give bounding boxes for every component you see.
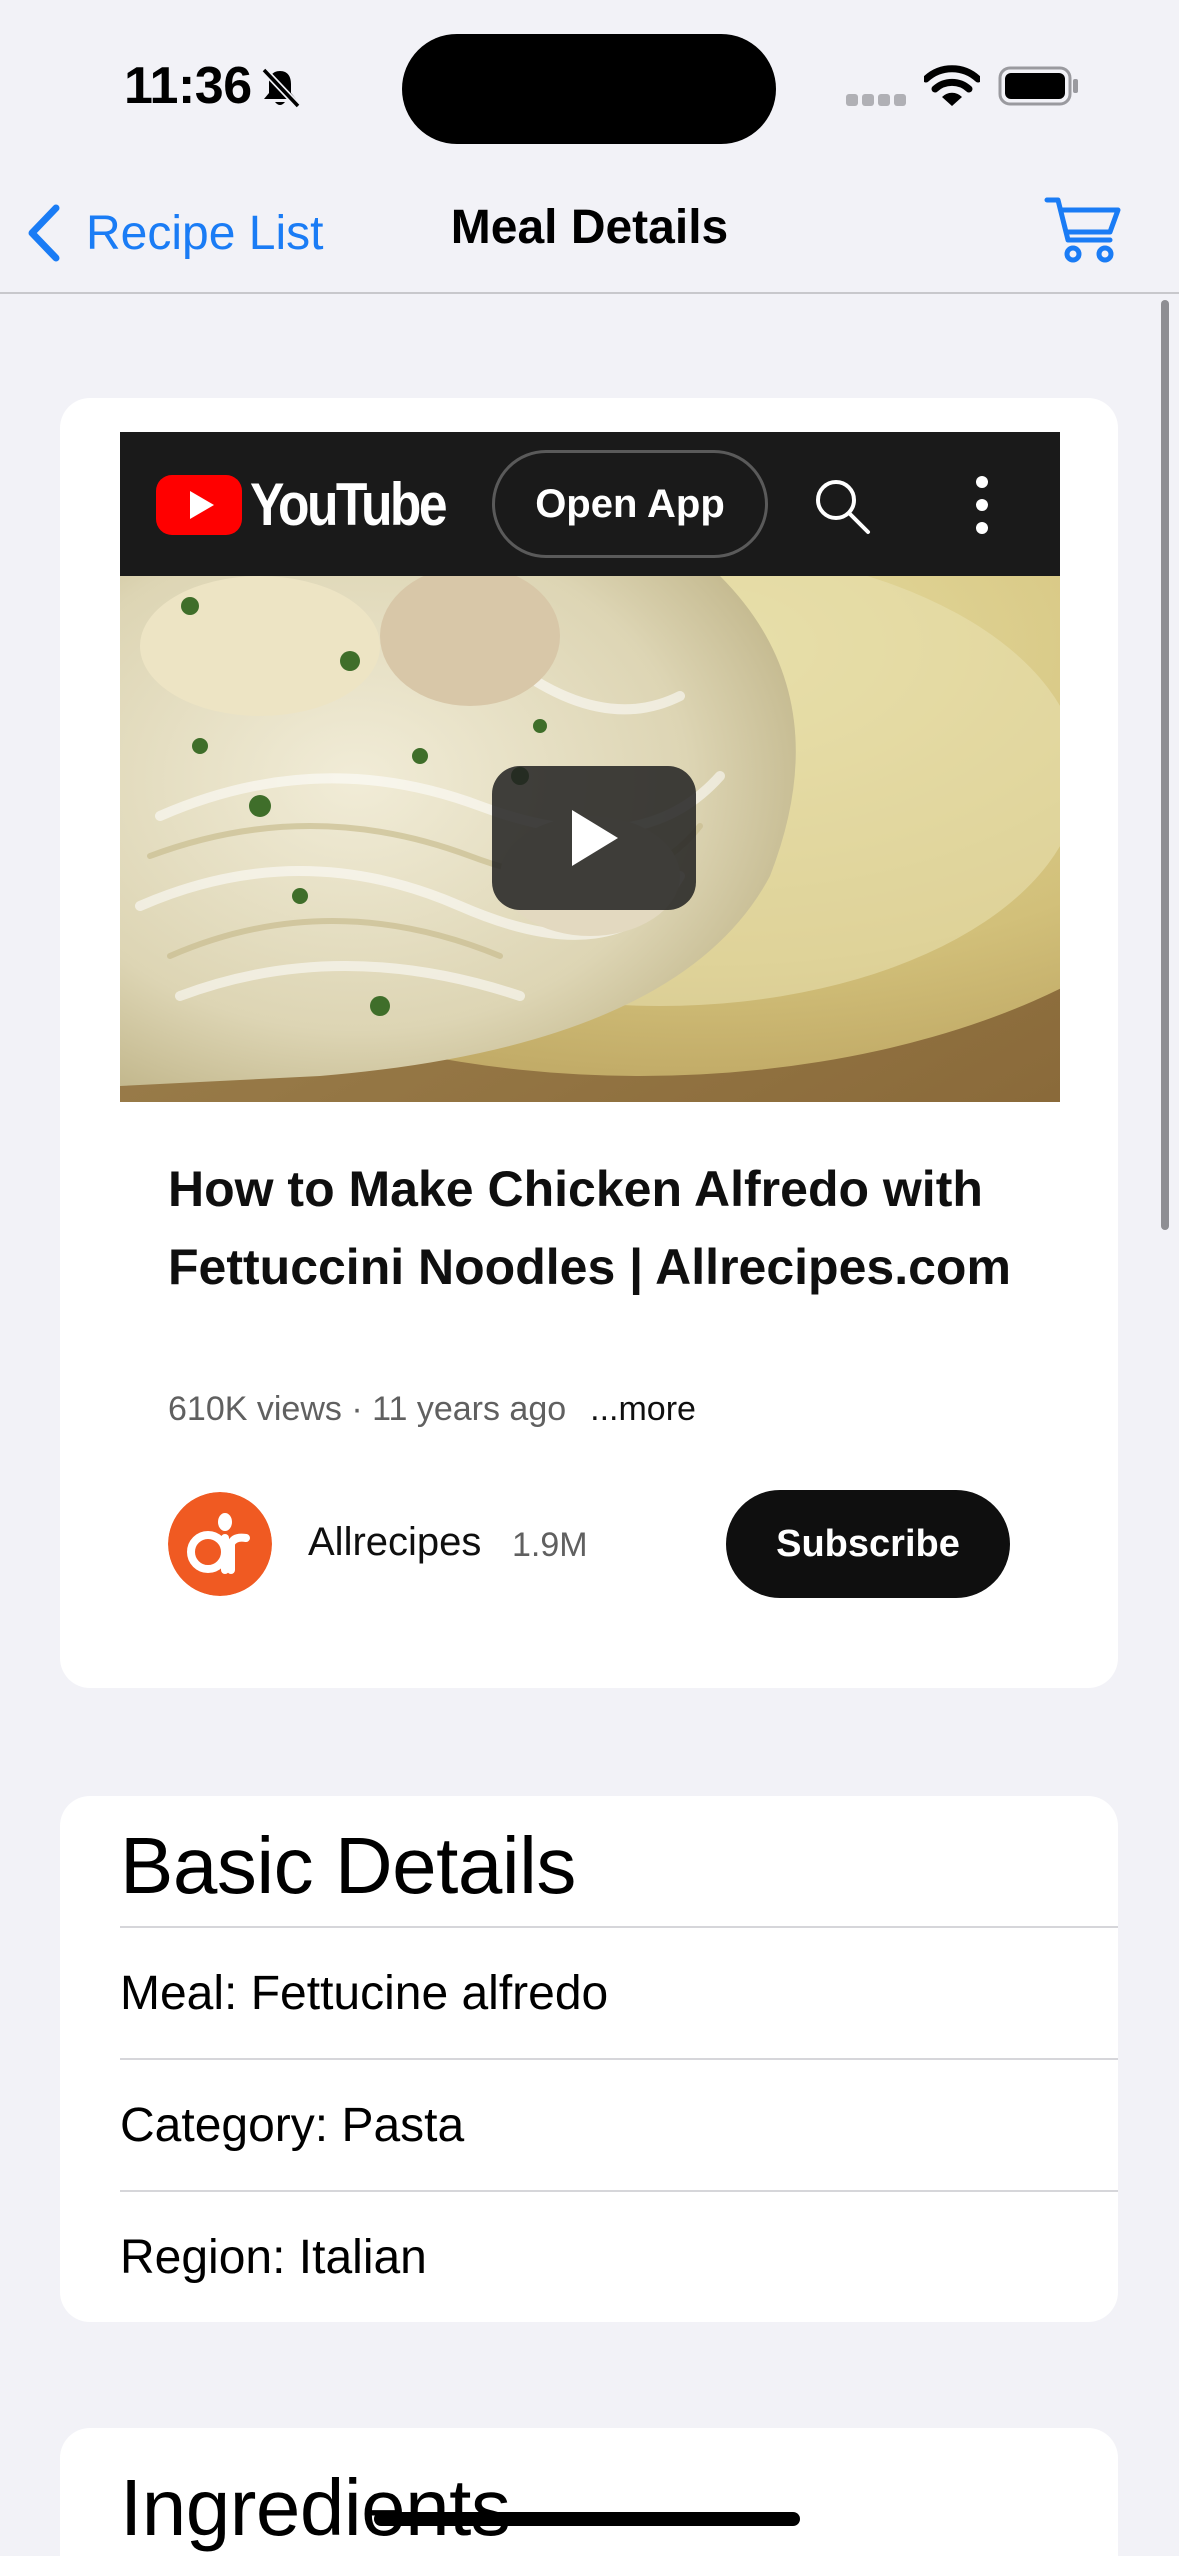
youtube-top-bar: YouTube Open App <box>120 432 1060 576</box>
detail-row-meal: Meal: Fettucine alfredo <box>120 1926 1118 2058</box>
basic-details-heading: Basic Details <box>120 1821 576 1910</box>
video-title[interactable]: How to Make Chicken Alfredo with Fettucc… <box>168 1150 1048 1306</box>
subscribe-button[interactable]: Subscribe <box>726 1490 1010 1598</box>
channel-avatar[interactable] <box>168 1492 272 1596</box>
wifi-icon <box>924 65 980 106</box>
channel-subscriber-count: 1.9M <box>512 1526 588 1564</box>
page-title: Meal Details <box>450 201 729 254</box>
battery-icon <box>998 66 1078 106</box>
youtube-embed[interactable]: YouTube Open App <box>120 432 1060 1102</box>
youtube-play-logo-icon <box>156 474 242 535</box>
basic-details-card: Basic Details Meal: Fettucine alfredo Ca… <box>60 1796 1118 2322</box>
more-vertical-icon[interactable] <box>970 474 994 536</box>
dynamic-island <box>402 34 776 144</box>
status-time: 11:36 <box>124 57 252 115</box>
video-views-age: 610K views · 11 years ago <box>168 1390 567 1428</box>
screen: 11:36 Recipe List Meal Details YouTube O… <box>0 0 1179 2556</box>
youtube-brand-text: YouTube <box>250 471 448 538</box>
video-meta: 610K views · 11 years ago ...more <box>168 1390 696 1429</box>
detail-row-region: Region: Italian <box>120 2190 1118 2322</box>
open-app-button[interactable]: Open App <box>492 450 768 558</box>
detail-row-category: Category: Pasta <box>120 2058 1118 2190</box>
cart-icon[interactable] <box>1044 192 1122 266</box>
status-bar: 11:36 <box>0 0 1179 170</box>
video-card: YouTube Open App How to Make Chicken Alf… <box>60 398 1118 1688</box>
silent-bell-icon <box>261 67 301 109</box>
play-button-icon[interactable] <box>492 766 696 910</box>
ingredients-card: Ingredients <box>60 2428 1118 2556</box>
ingredients-heading: Ingredients <box>120 2463 511 2552</box>
youtube-logo: YouTube <box>156 470 477 539</box>
search-icon[interactable] <box>812 476 872 536</box>
navigation-bar: Recipe List Meal Details <box>0 170 1179 294</box>
channel-name[interactable]: Allrecipes <box>308 1520 481 1565</box>
scroll-indicator[interactable] <box>1161 300 1169 1230</box>
home-indicator[interactable] <box>374 2512 800 2526</box>
more-link[interactable]: ...more <box>590 1390 696 1428</box>
cellular-signal-icon <box>846 94 906 106</box>
